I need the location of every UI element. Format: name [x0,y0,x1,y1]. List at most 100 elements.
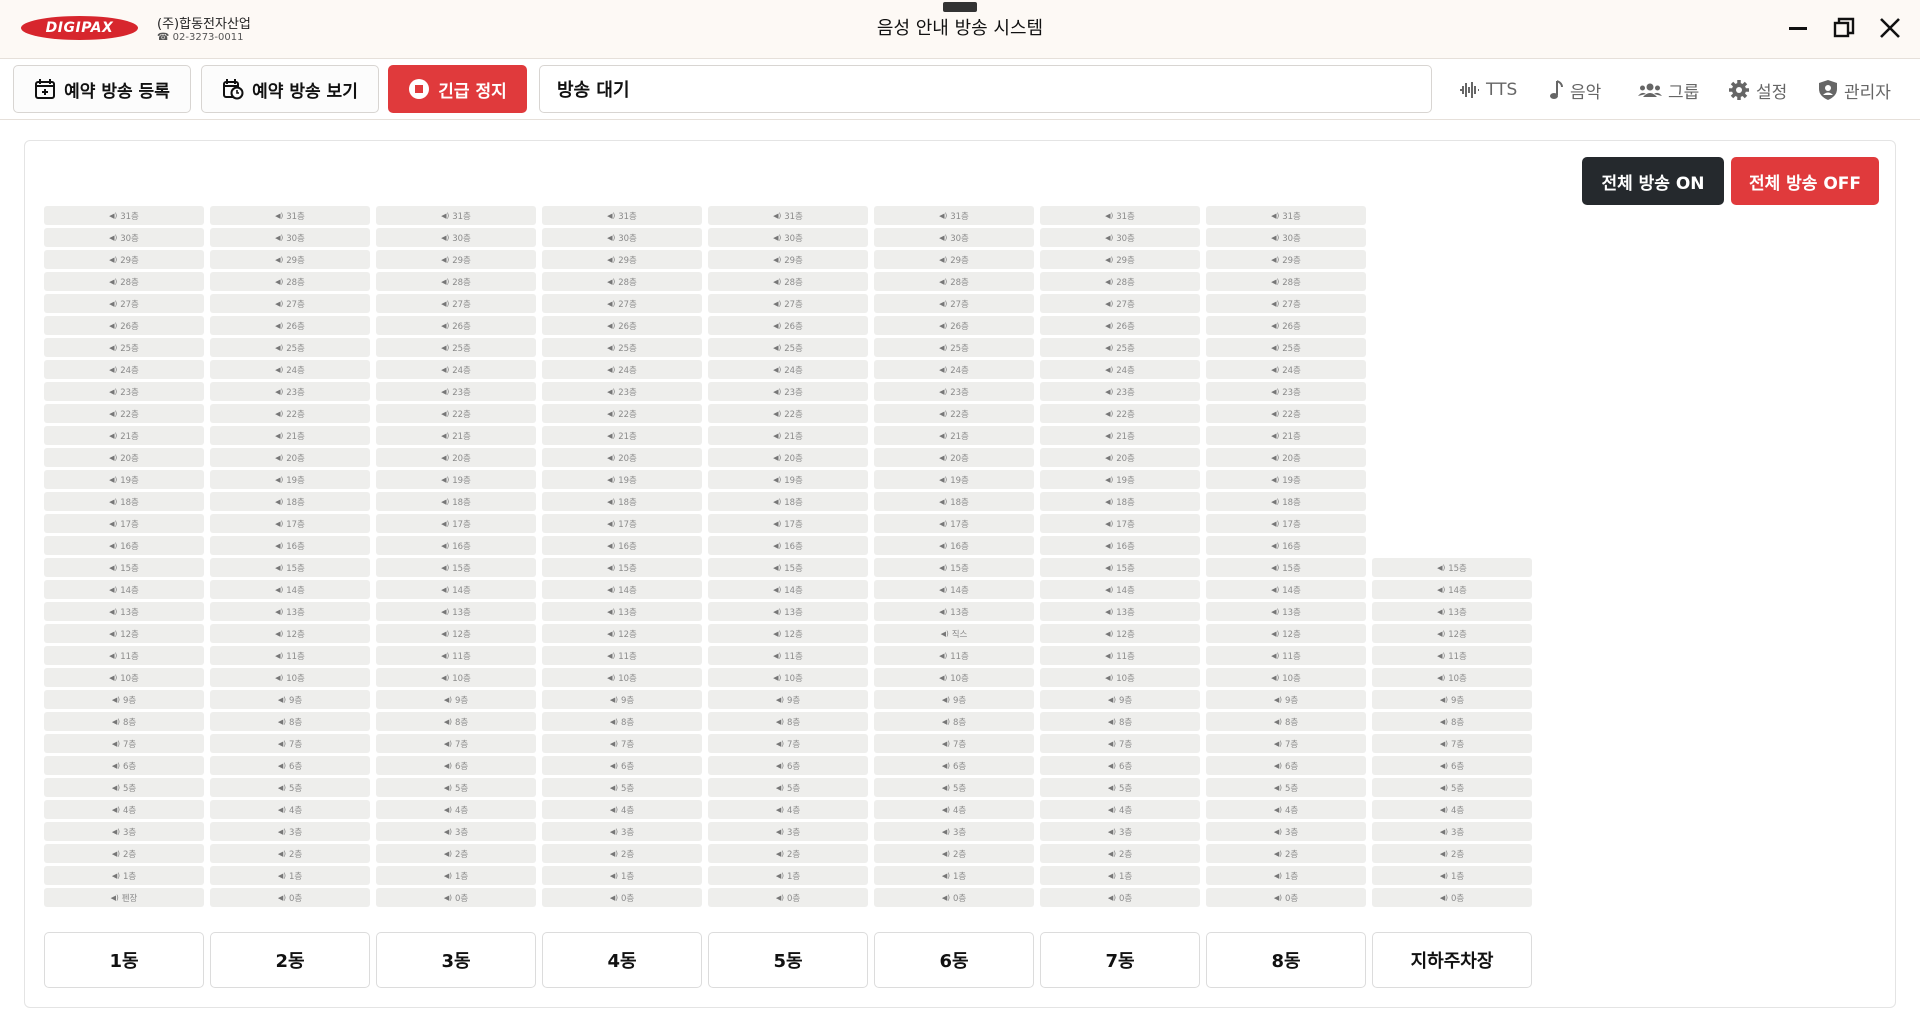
floor-zone-button[interactable]: ◀) 30층 [44,228,204,247]
floor-zone-button[interactable]: ◀) 27층 [708,294,868,313]
floor-zone-button[interactable]: ◀) 4층 [542,800,702,819]
floor-zone-button[interactable]: ◀) 24층 [44,360,204,379]
floor-zone-button[interactable]: ◀) 8층 [376,712,536,731]
floor-zone-button[interactable]: ◀) 19층 [708,470,868,489]
floor-zone-button[interactable]: ◀) 30층 [874,228,1034,247]
reserve-view-button[interactable]: 예약 방송 보기 [201,65,379,113]
floor-zone-button[interactable]: ◀) 1층 [1372,866,1532,885]
building-button[interactable]: 6동 [874,932,1034,988]
floor-zone-button[interactable]: ◀) 28층 [874,272,1034,291]
floor-zone-button[interactable]: ◀) 5층 [1206,778,1366,797]
floor-zone-button[interactable]: ◀) 23층 [44,382,204,401]
building-button[interactable]: 8동 [1206,932,1366,988]
floor-zone-button[interactable]: ◀) 27층 [1040,294,1200,313]
floor-zone-button[interactable]: ◀) 31층 [708,206,868,225]
floor-zone-button[interactable]: ◀) 23층 [210,382,370,401]
floor-zone-button[interactable]: ◀) 8층 [542,712,702,731]
floor-zone-button[interactable]: ◀) 24층 [1040,360,1200,379]
floor-zone-button[interactable]: ◀) 30층 [708,228,868,247]
floor-zone-button[interactable]: ◀) 28층 [708,272,868,291]
floor-zone-button[interactable]: ◀) 19층 [1206,470,1366,489]
floor-zone-button[interactable]: ◀) 13층 [874,602,1034,621]
floor-zone-button[interactable]: ◀) 23층 [708,382,868,401]
floor-zone-button[interactable]: ◀) 2층 [44,844,204,863]
floor-zone-button[interactable]: ◀) 21층 [1040,426,1200,445]
floor-zone-button[interactable]: ◀) 26층 [1206,316,1366,335]
floor-zone-button[interactable]: ◀) 7층 [210,734,370,753]
floor-zone-button[interactable]: ◀) 15층 [1040,558,1200,577]
floor-zone-button[interactable]: ◀) 31층 [376,206,536,225]
floor-zone-button[interactable]: ◀) 5층 [376,778,536,797]
floor-zone-button[interactable]: ◀) 17층 [44,514,204,533]
floor-zone-button[interactable]: ◀) 2층 [1206,844,1366,863]
floor-zone-button[interactable]: ◀) 6층 [210,756,370,775]
floor-zone-button[interactable]: ◀) 27층 [542,294,702,313]
floor-zone-button[interactable]: ◀) 15층 [1206,558,1366,577]
all-broadcast-off-button[interactable]: 전체 방송 OFF [1731,157,1879,205]
floor-zone-button[interactable]: ◀) 19층 [874,470,1034,489]
floor-zone-button[interactable]: ◀) 23층 [874,382,1034,401]
floor-zone-button[interactable]: ◀) 18층 [874,492,1034,511]
building-button[interactable]: 3동 [376,932,536,988]
floor-zone-button[interactable]: ◀) 1층 [376,866,536,885]
floor-zone-button[interactable]: ◀) 27층 [874,294,1034,313]
floor-zone-button[interactable]: ◀) 9층 [542,690,702,709]
floor-zone-button[interactable]: ◀) 7층 [874,734,1034,753]
floor-zone-button[interactable]: ◀) 15층 [708,558,868,577]
building-button[interactable]: 1동 [44,932,204,988]
floor-zone-button[interactable]: ◀) 4층 [874,800,1034,819]
floor-zone-button[interactable]: ◀) 11층 [708,646,868,665]
floor-zone-button[interactable]: ◀) 펜장 [44,888,204,907]
floor-zone-button[interactable]: ◀) 11층 [1040,646,1200,665]
floor-zone-button[interactable]: ◀) 3층 [708,822,868,841]
floor-zone-button[interactable]: ◀) 22층 [1040,404,1200,423]
floor-zone-button[interactable]: ◀) 12층 [1206,624,1366,643]
floor-zone-button[interactable]: ◀) 29층 [1040,250,1200,269]
floor-zone-button[interactable]: ◀) 22층 [874,404,1034,423]
floor-zone-button[interactable]: ◀) 25층 [708,338,868,357]
floor-zone-button[interactable]: ◀) 9층 [874,690,1034,709]
floor-zone-button[interactable]: ◀) 29층 [1206,250,1366,269]
floor-zone-button[interactable]: ◀) 18층 [44,492,204,511]
floor-zone-button[interactable]: ◀) 14층 [708,580,868,599]
floor-zone-button[interactable]: ◀) 12층 [210,624,370,643]
floor-zone-button[interactable]: ◀) 11층 [376,646,536,665]
floor-zone-button[interactable]: ◀) 17층 [1040,514,1200,533]
floor-zone-button[interactable]: ◀) 24층 [376,360,536,379]
building-button[interactable]: 7동 [1040,932,1200,988]
floor-zone-button[interactable]: ◀) 19층 [376,470,536,489]
floor-zone-button[interactable]: ◀) 13층 [542,602,702,621]
floor-zone-button[interactable]: ◀) 4층 [1372,800,1532,819]
floor-zone-button[interactable]: ◀) 직스 [874,624,1034,643]
floor-zone-button[interactable]: ◀) 31층 [874,206,1034,225]
floor-zone-button[interactable]: ◀) 15층 [44,558,204,577]
floor-zone-button[interactable]: ◀) 31층 [542,206,702,225]
emergency-stop-button[interactable]: 긴급 정지 [388,65,527,113]
floor-zone-button[interactable]: ◀) 0층 [376,888,536,907]
floor-zone-button[interactable]: ◀) 22층 [708,404,868,423]
floor-zone-button[interactable]: ◀) 5층 [542,778,702,797]
floor-zone-button[interactable]: ◀) 0층 [874,888,1034,907]
floor-zone-button[interactable]: ◀) 10층 [1040,668,1200,687]
floor-zone-button[interactable]: ◀) 5층 [210,778,370,797]
floor-zone-button[interactable]: ◀) 20층 [376,448,536,467]
floor-zone-button[interactable]: ◀) 2층 [708,844,868,863]
floor-zone-button[interactable]: ◀) 5층 [44,778,204,797]
floor-zone-button[interactable]: ◀) 7층 [542,734,702,753]
floor-zone-button[interactable]: ◀) 18층 [542,492,702,511]
floor-zone-button[interactable]: ◀) 26층 [542,316,702,335]
floor-zone-button[interactable]: ◀) 4층 [708,800,868,819]
floor-zone-button[interactable]: ◀) 26층 [874,316,1034,335]
floor-zone-button[interactable]: ◀) 0층 [1372,888,1532,907]
floor-zone-button[interactable]: ◀) 0층 [708,888,868,907]
floor-zone-button[interactable]: ◀) 10층 [44,668,204,687]
floor-zone-button[interactable]: ◀) 13층 [708,602,868,621]
floor-zone-button[interactable]: ◀) 16층 [1206,536,1366,555]
floor-zone-button[interactable]: ◀) 22층 [210,404,370,423]
floor-zone-button[interactable]: ◀) 17층 [542,514,702,533]
floor-zone-button[interactable]: ◀) 22층 [376,404,536,423]
floor-zone-button[interactable]: ◀) 25층 [376,338,536,357]
floor-zone-button[interactable]: ◀) 14층 [542,580,702,599]
floor-zone-button[interactable]: ◀) 19층 [1040,470,1200,489]
floor-zone-button[interactable]: ◀) 13층 [1372,602,1532,621]
